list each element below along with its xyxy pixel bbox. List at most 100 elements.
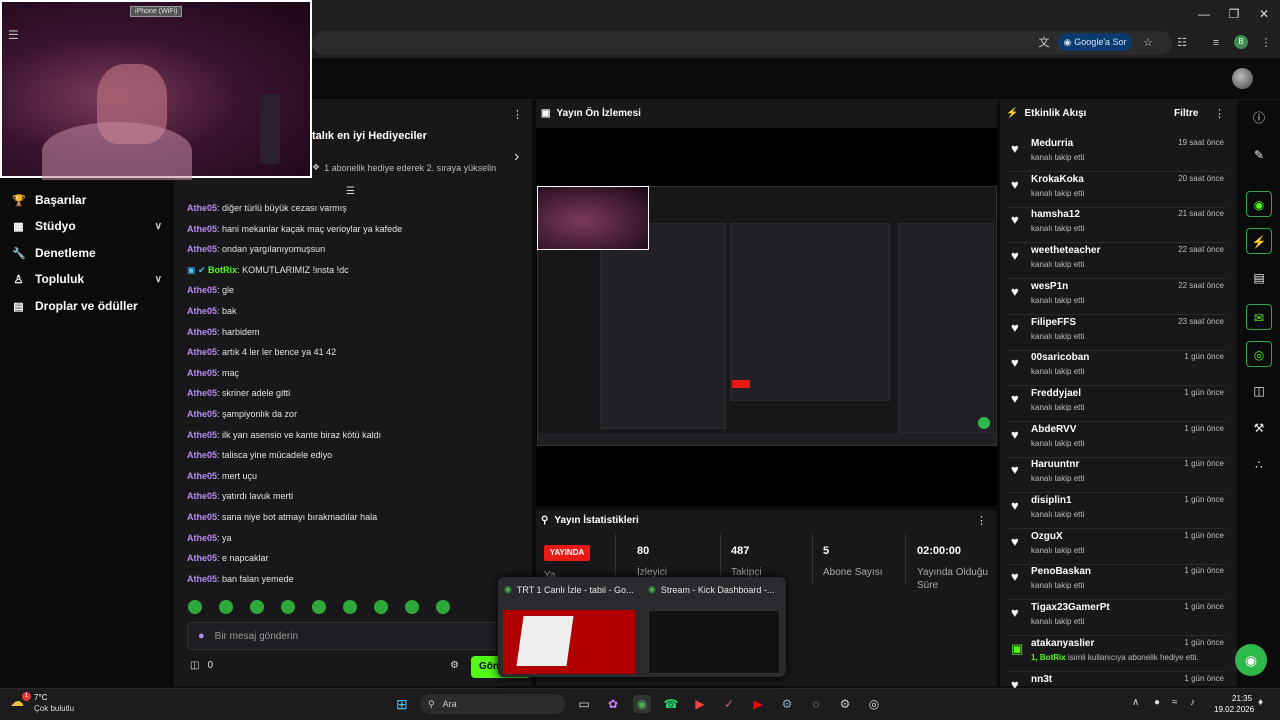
activity-username[interactable]: nn3t	[1031, 674, 1052, 685]
thumbnail-title-2[interactable]: ◉ Stream - Kick Dashboard -...	[648, 584, 774, 595]
activity-item[interactable]: ♥ hamsha12 kanalı takip etti 21 saat önce	[1008, 207, 1226, 244]
restore-icon[interactable]: ❐	[1226, 6, 1242, 22]
activity-item[interactable]: ▣ atakanyaslier 1, BotRix isimli kullanıcı…	[1008, 636, 1226, 672]
chat-username[interactable]: Athe05	[187, 388, 217, 398]
chat-username[interactable]: Athe05	[187, 368, 217, 378]
activity-item[interactable]: ♥ Tigax23GamerPt kanalı takip etti 1 gün ön…	[1008, 600, 1226, 637]
notification-bell-icon[interactable]: ♦	[1258, 697, 1263, 708]
activity-item[interactable]: ♥ Medurria kanalı takip etti 19 saat önce	[1008, 136, 1226, 172]
user-avatar[interactable]	[1232, 68, 1253, 89]
emote-icon[interactable]	[405, 600, 419, 614]
emote-icon[interactable]	[374, 600, 388, 614]
edit-icon[interactable]: ✎	[1246, 142, 1272, 168]
chrome-taskbar-icon[interactable]: ◉	[633, 695, 651, 713]
thumbnail-preview-2[interactable]	[648, 610, 780, 674]
reading-list-icon[interactable]: ≡	[1208, 35, 1224, 51]
chat-username[interactable]: Athe05	[187, 471, 217, 481]
activity-username[interactable]: Haruuntnr	[1031, 459, 1079, 470]
activity-filter-button[interactable]: Filtre	[1174, 108, 1198, 119]
thumbnail-title-1[interactable]: ◉ TRT 1 Canlı İzle - tabii - Go...	[504, 584, 634, 595]
chat-username[interactable]: Athe05	[187, 533, 217, 543]
camera-icon[interactable]: ◉	[1246, 191, 1272, 217]
chat-username[interactable]: Athe05	[187, 306, 217, 316]
chat-message-input[interactable]: ● Bir mesaj gönderin	[187, 622, 505, 650]
volume-icon[interactable]: ♪	[1190, 697, 1195, 708]
activity-item[interactable]: ♥ Freddyjael kanalı takip etti 1 gün önce	[1008, 386, 1226, 422]
settings-icon[interactable]: ⚙	[836, 695, 854, 713]
chat-username[interactable]: Athe05	[187, 285, 217, 295]
activity-item[interactable]: ♥ AbdeRVV kanalı takip etti 1 gün önce	[1008, 422, 1226, 458]
close-icon[interactable]: ✕	[1256, 6, 1272, 22]
activity-item[interactable]: ♥ 00saricoban kanalı takip etti 1 gün önce	[1008, 350, 1226, 387]
activity-username[interactable]: Tigax23GamerPt	[1031, 602, 1110, 613]
chat-username[interactable]: Athe05	[187, 327, 217, 337]
translate-icon[interactable]: 文	[1036, 35, 1052, 51]
tray-chevron-icon[interactable]: ∧	[1132, 697, 1139, 708]
activity-username[interactable]: wesP1n	[1031, 281, 1068, 292]
activity-username[interactable]: hamsha12	[1031, 209, 1080, 220]
app-icon[interactable]: ✓	[720, 695, 738, 713]
chat-bubble-icon[interactable]: ✉	[1246, 304, 1272, 330]
activity-item[interactable]: ♥ weetheteacher kanalı takip etti 22 saat ö…	[1008, 243, 1226, 280]
weather-description[interactable]: Çok bulutlu	[34, 704, 74, 713]
wrench-icon[interactable]: ⚒	[1246, 415, 1272, 441]
activity-username[interactable]: Medurria	[1031, 138, 1073, 149]
bookmark-star-icon[interactable]: ☆	[1140, 35, 1156, 51]
emote-icon[interactable]	[219, 600, 233, 614]
info-icon[interactable]: ⓘ	[1246, 105, 1272, 131]
record-icon[interactable]: ◎	[865, 695, 883, 713]
gift-counter[interactable]: ◫ 0	[190, 660, 213, 671]
activity-desc-highlight[interactable]: BotRix	[1040, 653, 1066, 662]
task-view-icon[interactable]: ▭	[575, 695, 593, 713]
sidebar-item-denetleme[interactable]: 🔧 Denetleme	[12, 243, 162, 263]
activity-item[interactable]: ♥ disiplin1 kanalı takip etti 1 gün önce	[1008, 493, 1226, 529]
copilot-icon[interactable]: ✿	[604, 695, 622, 713]
document-icon[interactable]: ▤	[1246, 265, 1272, 291]
youtube-icon[interactable]: ▶	[749, 695, 767, 713]
activity-item[interactable]: ♥ OzguX kanalı takip etti 1 gün önce	[1008, 529, 1226, 565]
windows-start-icon[interactable]: ⊞	[396, 696, 412, 712]
chat-username[interactable]: Athe05	[187, 430, 217, 440]
activity-username[interactable]: AbdeRVV	[1031, 424, 1076, 435]
chat-username[interactable]: BotRix	[208, 265, 237, 275]
whatsapp-icon[interactable]: ☎	[662, 695, 680, 713]
emote-icon[interactable]	[188, 600, 202, 614]
sidebar-item-studyo[interactable]: ▦ Stüdyo ∨	[12, 216, 162, 236]
steam-icon[interactable]: ⚙	[778, 695, 796, 713]
activity-item[interactable]: ♥ Haruuntnr kanalı takip etti 1 gün önce	[1008, 457, 1226, 494]
clock-date[interactable]: 19.02.2026	[1214, 705, 1254, 714]
activity-item[interactable]: ♥ FilipeFFS kanalı takip etti 23 saat önce	[1008, 315, 1226, 351]
hamburger-icon[interactable]: ☰	[8, 28, 19, 42]
emote-icon[interactable]	[250, 600, 264, 614]
emote-icon[interactable]	[436, 600, 450, 614]
minimize-icon[interactable]: —	[1196, 6, 1212, 22]
shop-icon[interactable]: ◫	[1246, 378, 1272, 404]
stats-menu-icon[interactable]: ⋮	[976, 514, 987, 527]
nodes-icon[interactable]: ∴	[1246, 452, 1272, 478]
chat-username[interactable]: Athe05	[187, 224, 217, 234]
media-player-icon[interactable]: ▶	[691, 695, 709, 713]
activity-username[interactable]: KrokaKoka	[1031, 174, 1084, 185]
taskbar-search[interactable]: ⚲ Ara	[420, 694, 565, 714]
wifi-icon[interactable]: ≈	[1172, 697, 1178, 708]
emote-icon[interactable]	[281, 600, 295, 614]
chat-username[interactable]: Athe05	[187, 512, 217, 522]
chat-username[interactable]: Athe05	[187, 450, 217, 460]
activity-username[interactable]: PenoBaskan	[1031, 566, 1091, 577]
microphone-tray-icon[interactable]: ●	[1154, 697, 1160, 708]
chat-username[interactable]: Athe05	[187, 244, 217, 254]
sidebar-item-topluluk[interactable]: ♙ Topluluk ∨	[12, 269, 162, 289]
lightning-icon[interactable]: ⚡	[1246, 228, 1272, 254]
chevron-right-icon[interactable]: ›	[514, 148, 519, 166]
chat-username[interactable]: Athe05	[187, 409, 217, 419]
obs-icon[interactable]: ◌	[807, 695, 825, 713]
chat-username[interactable]: Athe05	[187, 574, 217, 584]
extensions-icon[interactable]: ☷	[1174, 35, 1190, 51]
chat-menu-icon[interactable]: ⋮	[512, 108, 523, 121]
activity-username[interactable]: 00saricoban	[1031, 352, 1089, 363]
activity-menu-icon[interactable]: ⋮	[1214, 107, 1225, 120]
chat-username[interactable]: Athe05	[187, 203, 217, 213]
pinned-icon[interactable]: ☰	[346, 186, 355, 197]
activity-item[interactable]: ♥ wesP1n kanalı takip etti 22 saat önce	[1008, 279, 1226, 315]
profile-avatar[interactable]: B	[1234, 35, 1248, 49]
